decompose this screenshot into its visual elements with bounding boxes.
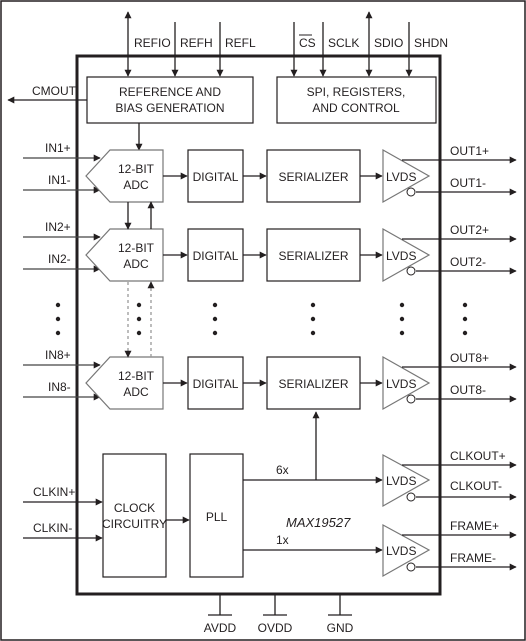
out-neg-label: OUT2- [450, 255, 486, 269]
out-neg-label: OUT1- [450, 176, 486, 190]
ellipsis-dot [462, 302, 468, 308]
bottom-pins: AVDD OVDD GND [204, 595, 354, 635]
clock-circuitry-block: CLOCK CIRCUITRY [102, 453, 167, 578]
ellipsis-dot [462, 316, 468, 322]
part-number: MAX19527 [286, 515, 351, 530]
adc-line1: 12-BIT [118, 162, 155, 176]
ovdd-label: OVDD [258, 621, 293, 635]
in-neg-label: IN1- [48, 173, 71, 187]
max19527-block-diagram: REFIO REFH REFL CS SCLK SDIO SHDN REFERE… [0, 0, 526, 641]
serializer-label: SERIALIZER [278, 170, 348, 184]
gnd-label: GND [327, 621, 354, 635]
cmout-label: CMOUT [32, 84, 77, 98]
ellipsis-dot [310, 302, 316, 308]
cs-label: CS [299, 36, 316, 50]
ellipsis-dot [55, 330, 61, 336]
sdio-label: SDIO [374, 36, 403, 50]
clock-block-line2: CIRCUITRY [102, 517, 167, 531]
in-neg-label: IN8- [48, 380, 71, 394]
adc-line2: ADC [123, 257, 149, 271]
clkout-pos-label: CLKOUT+ [450, 449, 506, 463]
ellipsis-dot [462, 330, 468, 336]
spi-block-line1: SPI, REGISTERS, [307, 85, 406, 99]
clock-block-line1: CLOCK [114, 501, 155, 515]
lvds-label: LVDS [386, 249, 416, 263]
reference-block-line1: REFERENCE AND [119, 85, 221, 99]
in-pos-label: IN1+ [45, 141, 71, 155]
ellipsis-dot [136, 302, 142, 308]
ellipsis-dot [136, 316, 142, 322]
pll-6x-label: 6x [276, 463, 289, 477]
out-pos-label: OUT2+ [450, 223, 489, 237]
ellipsis-dot [212, 330, 218, 336]
clkout-lvds-label: LVDS [386, 474, 416, 488]
ellipsis-dot [136, 330, 142, 336]
adc-line2: ADC [123, 385, 149, 399]
inverting-bubble [406, 187, 416, 197]
spi-block: SPI, REGISTERS, AND CONTROL [276, 76, 437, 124]
clkin-neg-label: CLKIN- [33, 521, 72, 535]
frame-lvds-label: LVDS [386, 544, 416, 558]
ellipsis-dot [310, 316, 316, 322]
out-pos-label: OUT1+ [450, 144, 489, 158]
digital-label: DIGITAL [193, 170, 239, 184]
adc-line2: ADC [123, 178, 149, 192]
inverting-bubble [406, 394, 416, 404]
sclk-label: SCLK [328, 36, 359, 50]
out-pos-label: OUT8+ [450, 351, 489, 365]
ellipsis-dot [399, 316, 405, 322]
in-neg-label: IN2- [48, 252, 71, 266]
clkout-neg-label: CLKOUT- [450, 479, 502, 493]
serializer-label: SERIALIZER [278, 377, 348, 391]
inverting-bubble [406, 266, 416, 276]
ellipsis-dots [55, 302, 61, 336]
in-pos-label: IN2+ [45, 220, 71, 234]
pll-1x-label: 1x [276, 533, 289, 547]
spi-block-line2: AND CONTROL [312, 101, 400, 115]
serializer-label: SERIALIZER [278, 249, 348, 263]
ellipsis-dot [212, 316, 218, 322]
avdd-label: AVDD [204, 621, 237, 635]
ellipsis-dots [462, 302, 468, 336]
adc-line1: 12-BIT [118, 369, 155, 383]
ellipsis-dot [310, 330, 316, 336]
out-neg-label: OUT8- [450, 383, 486, 397]
pll-block-label: PLL [206, 510, 228, 524]
lvds-label: LVDS [386, 170, 416, 184]
refh-label: REFH [180, 36, 213, 50]
ellipsis-dot [55, 316, 61, 322]
ellipsis-dot [399, 330, 405, 336]
digital-label: DIGITAL [193, 249, 239, 263]
clkin-pos-label: CLKIN+ [33, 485, 75, 499]
ellipsis-dot [55, 302, 61, 308]
adc-line1: 12-BIT [118, 241, 155, 255]
reference-block: REFERENCE AND BIAS GENERATION [86, 76, 254, 124]
ellipsis-dot [212, 302, 218, 308]
shdn-label: SHDN [414, 36, 448, 50]
reference-block-line2: BIAS GENERATION [115, 101, 224, 115]
frame-pos-label: FRAME+ [450, 519, 499, 533]
frame-neg-label: FRAME- [450, 551, 496, 565]
in-pos-label: IN8+ [45, 348, 71, 362]
ellipsis-dot [399, 302, 405, 308]
pll-block: PLL [189, 453, 244, 578]
lvds-label: LVDS [386, 377, 416, 391]
digital-label: DIGITAL [193, 377, 239, 391]
refio-label: REFIO [134, 36, 171, 50]
refl-label: REFL [225, 36, 256, 50]
